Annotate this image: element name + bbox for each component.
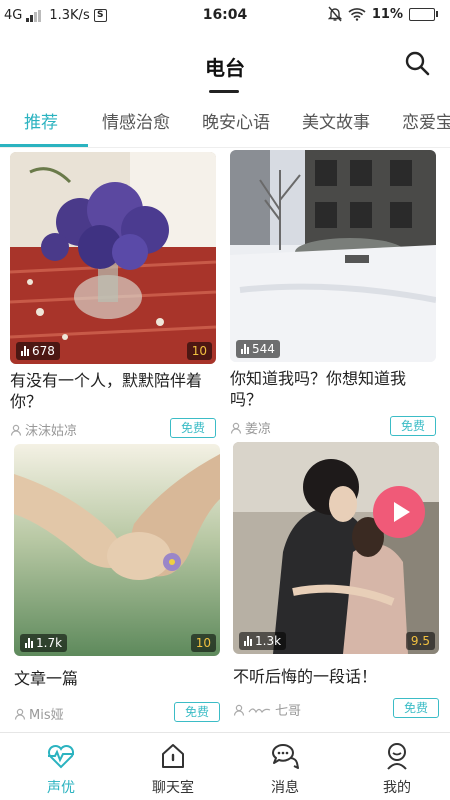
- user-icon: [233, 704, 245, 716]
- author: Mis娅: [14, 704, 64, 723]
- nav-label: 声优: [47, 780, 75, 796]
- tab-recommend[interactable]: 推荐: [24, 108, 58, 133]
- title-underline: [209, 90, 239, 93]
- program-card[interactable]: 678 10 有没有一个人，默默陪伴着你？ 沫沫姑凉 免费: [10, 152, 216, 440]
- snowy-street-image: [230, 150, 436, 362]
- nav-label: 聊天室: [152, 780, 194, 796]
- nav-messages[interactable]: 消息: [229, 733, 341, 800]
- flower-vase-image: [10, 152, 216, 364]
- battery-percent: 11%: [371, 6, 403, 22]
- episode-count: 9.5: [405, 632, 435, 650]
- bottom-nav: 声优 聊天室 消息 我的: [0, 732, 450, 800]
- mute-icon: [327, 6, 342, 22]
- tab-goodnight[interactable]: 晚安心语: [202, 108, 270, 133]
- heartbeat-icon: [47, 744, 75, 769]
- card-meta: 沫沫姑凉 免费: [10, 418, 216, 440]
- battery-icon: [409, 7, 438, 21]
- card-meta: Mis娅 免费: [14, 702, 220, 724]
- cover-image[interactable]: 678 10: [10, 152, 216, 364]
- tabs-divider: [0, 147, 450, 148]
- play-count-badge: 1.7k: [20, 634, 68, 652]
- category-tabs: 推荐 情感治愈 晚安心语 美文故事 恋爱宝: [0, 100, 450, 148]
- page-title: 电台: [205, 56, 245, 80]
- nav-label: 我的: [383, 780, 411, 796]
- program-card[interactable]: 544 你知道我吗？你想知道我吗？ 姜凉 免费: [230, 150, 436, 438]
- play-icon: [394, 502, 410, 522]
- status-bar: 4G 1.3K/s S 16:04 11%: [0, 0, 450, 32]
- play-count: 1.7k: [36, 636, 63, 650]
- play-button[interactable]: [373, 486, 425, 538]
- nav-profile[interactable]: 我的: [341, 733, 450, 800]
- author: 沫沫姑凉: [10, 420, 77, 439]
- play-count-badge: 678: [16, 342, 60, 360]
- couple-hug-image: [233, 442, 439, 654]
- header: 电台: [0, 40, 450, 96]
- user-icon: [230, 422, 242, 434]
- cover-image[interactable]: 1.7k 10: [14, 444, 220, 656]
- tab-prose-stories[interactable]: 美文故事: [302, 108, 370, 133]
- play-count-badge: 544: [236, 340, 280, 358]
- cover-image[interactable]: 1.3k 9.5: [233, 442, 439, 654]
- card-title[interactable]: 你知道我吗？你想知道我吗？: [230, 368, 436, 410]
- user-icon: [14, 708, 26, 720]
- program-card[interactable]: 1.7k 10 文章一篇 Mis娅 免费: [14, 444, 220, 724]
- nav-label: 消息: [271, 780, 299, 796]
- tab-love[interactable]: 恋爱宝: [402, 108, 450, 133]
- play-count: 678: [32, 344, 55, 358]
- author: 姜凉: [230, 418, 271, 437]
- author-name: Mis娅: [29, 708, 64, 723]
- card-meta: 七哥 免费: [233, 698, 439, 720]
- nav-chat-room[interactable]: 聊天室: [117, 733, 229, 800]
- nav-voice-actor[interactable]: 声优: [5, 733, 117, 800]
- holding-hands-image: [14, 444, 220, 656]
- author: 七哥: [233, 700, 301, 719]
- chart-bars-icon: [25, 638, 33, 648]
- signature-icon: [248, 707, 271, 713]
- chart-bars-icon: [244, 636, 252, 646]
- free-badge: 免费: [393, 698, 439, 718]
- user-icon: [10, 424, 22, 436]
- author-name: 七哥: [275, 704, 302, 719]
- wifi-icon: [348, 8, 366, 21]
- user-icon: [387, 743, 407, 770]
- play-count: 544: [252, 342, 275, 356]
- author-name: 沫沫姑凉: [25, 424, 78, 439]
- episode-count: 10: [190, 634, 216, 652]
- play-count: 1.3k: [255, 634, 282, 648]
- chat-icon: [272, 744, 299, 769]
- program-card[interactable]: 1.3k 9.5 不听后悔的一段话！ 七哥 免费: [233, 442, 439, 720]
- chart-bars-icon: [241, 344, 249, 354]
- chart-bars-icon: [21, 346, 29, 356]
- status-right: 11%: [327, 6, 438, 22]
- author-name: 姜凉: [245, 422, 272, 437]
- cover-image[interactable]: 544: [230, 150, 436, 362]
- free-badge: 免费: [170, 418, 216, 438]
- free-badge: 免费: [390, 416, 436, 436]
- card-meta: 姜凉 免费: [230, 416, 436, 438]
- episode-count: 10: [186, 342, 212, 360]
- free-badge: 免费: [174, 702, 220, 722]
- search-icon[interactable]: [402, 48, 432, 78]
- home-icon: [162, 744, 184, 768]
- tab-emotional-healing[interactable]: 情感治愈: [102, 108, 170, 133]
- card-title[interactable]: 有没有一个人，默默陪伴着你？: [10, 370, 216, 412]
- play-count-badge: 1.3k: [239, 632, 287, 650]
